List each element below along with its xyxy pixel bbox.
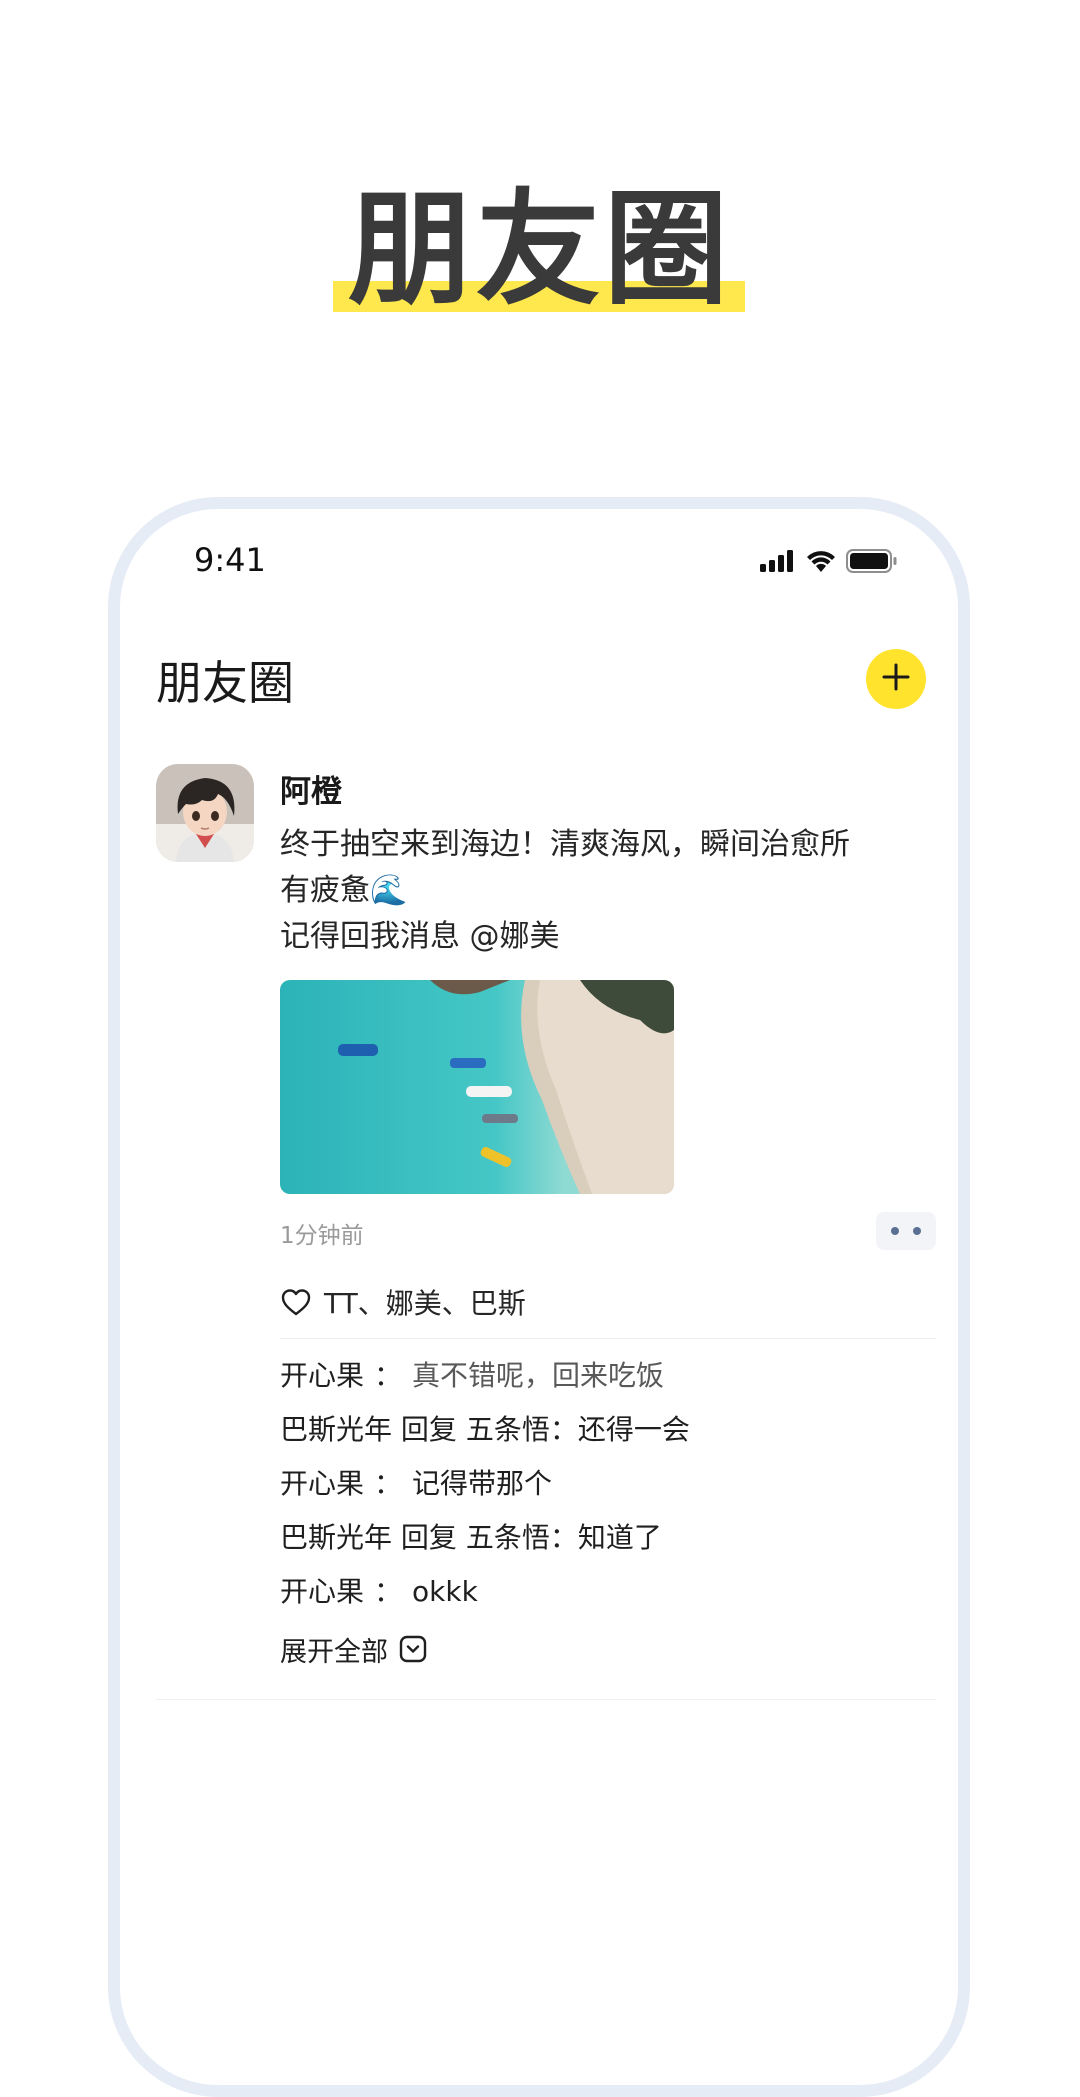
expand-label: 展开全部 [280, 1636, 388, 1668]
comment-text: 记得带那个 [412, 1467, 553, 1500]
likes-row: TT、娜美、巴斯 [280, 1282, 936, 1322]
comment-text: 还得一会 [577, 1413, 690, 1446]
likes-divider [280, 1338, 936, 1339]
post-text-line: 有疲惫🌊 [280, 873, 408, 908]
app-header: 朋友圈 [120, 639, 958, 710]
comment-item[interactable]: 开心果 ： 真不错呢，回来吃饭 [280, 1349, 936, 1403]
comment-user[interactable]: 巴斯光年 [280, 1413, 392, 1446]
comment-separator: ： [374, 1467, 403, 1500]
comment-separator: ： [374, 1575, 403, 1608]
comment-item[interactable]: 开心果 ： 记得带那个 [280, 1457, 936, 1511]
expand-all-button[interactable]: 展开全部 [280, 1627, 936, 1671]
post-timestamp: 1分钟前 [280, 1223, 364, 1249]
chevron-down-icon [398, 1634, 428, 1664]
more-dot [891, 1227, 899, 1235]
hero-title: 朋友圈 [347, 178, 732, 322]
post-text-line: 终于抽空来到海边！清爽海风，瞬间治愈所 [280, 827, 850, 862]
comment-user[interactable]: 开心果 [280, 1575, 364, 1608]
comment-reply-word: 回复 [400, 1413, 457, 1446]
add-post-button[interactable] [866, 649, 926, 709]
post-meta: 1分钟前 [280, 1212, 936, 1252]
comment-text: 真不错呢，回来吃饭 [412, 1359, 665, 1392]
post-text-line: 记得回我消息 @娜美 [280, 919, 560, 954]
comment-item[interactable]: 巴斯光年 回复 五条悟：还得一会 [280, 1403, 936, 1457]
heart-icon[interactable] [280, 1287, 312, 1317]
comment-list: 开心果：真不错呢，回来吃饭 巴斯光年 回复 五条悟：还得一会 开心果：记得带那个… [280, 1349, 936, 1619]
comment-text: okkk [412, 1575, 478, 1608]
comment-reply-target[interactable]: 五条悟 [466, 1521, 550, 1554]
signal-icon [760, 550, 796, 576]
comment-item[interactable]: 开心果 ： okkk [280, 1565, 936, 1619]
page-title: 朋友圈 [156, 656, 294, 710]
plus-icon [881, 662, 911, 696]
comment-item[interactable]: 巴斯光年 回复 五条悟：知道了 [280, 1511, 936, 1565]
author-name[interactable]: 阿橙 [280, 770, 936, 814]
comment-user[interactable]: 开心果 [280, 1359, 364, 1392]
likes-list[interactable]: TT、娜美、巴斯 [324, 1282, 526, 1322]
comment-user[interactable]: 开心果 [280, 1467, 364, 1500]
phone-frame: 9:41 朋友圈 阿橙 终于抽空来到海边！清爽海风，瞬间治愈所 有疲惫🌊 记得回… [108, 497, 970, 2097]
comment-separator: ： [374, 1359, 403, 1392]
post-text: 终于抽空来到海边！清爽海风，瞬间治愈所 有疲惫🌊 记得回我消息 @娜美 [280, 822, 936, 960]
avatar[interactable] [156, 764, 254, 862]
post-divider [156, 1699, 936, 1700]
comment-user[interactable]: 巴斯光年 [280, 1521, 392, 1554]
comment-reply-target[interactable]: 五条悟 [466, 1413, 550, 1446]
status-time: 9:41 [194, 541, 266, 579]
battery-icon [846, 549, 898, 577]
status-icons [760, 549, 898, 577]
comment-reply-word: 回复 [400, 1521, 457, 1554]
comment-separator: ： [549, 1521, 578, 1554]
more-dot [913, 1227, 921, 1235]
post-photo[interactable] [280, 980, 674, 1194]
hero-banner: 朋友圈 [0, 180, 1080, 340]
more-actions-button[interactable] [876, 1212, 936, 1250]
comment-text: 知道了 [577, 1521, 662, 1554]
status-bar: 9:41 [120, 509, 958, 581]
wifi-icon [806, 550, 836, 576]
post-body: 阿橙 终于抽空来到海边！清爽海风，瞬间治愈所 有疲惫🌊 记得回我消息 @娜美 1… [280, 764, 936, 1671]
comment-separator: ： [549, 1413, 578, 1446]
